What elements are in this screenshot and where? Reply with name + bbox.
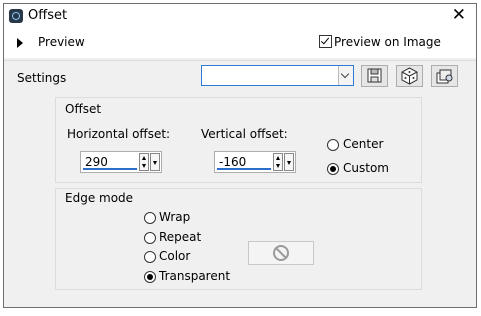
window-title: Offset bbox=[28, 8, 68, 23]
preview-on-image-label[interactable]: Preview on Image bbox=[334, 35, 441, 49]
manage-presets-button[interactable] bbox=[431, 65, 458, 87]
focus-underline bbox=[83, 168, 137, 170]
preview-row: Preview Preview on Image bbox=[4, 28, 476, 58]
divider bbox=[4, 60, 476, 61]
settings-label: Settings bbox=[17, 71, 67, 85]
no-symbol-icon bbox=[273, 245, 289, 261]
horizontal-offset-spinner[interactable]: 290 bbox=[80, 151, 162, 173]
save-preset-button[interactable] bbox=[361, 65, 388, 87]
vertical-offset-spinner[interactable]: -160 bbox=[214, 151, 296, 173]
spin-up-down-icon[interactable] bbox=[273, 153, 283, 171]
manage-presets-icon bbox=[436, 69, 453, 84]
randomize-dice-icon bbox=[401, 67, 418, 85]
edge-mode-group-title: Edge mode bbox=[65, 191, 134, 205]
color-label[interactable]: Color bbox=[159, 249, 190, 263]
vertical-offset-value[interactable]: -160 bbox=[219, 155, 246, 169]
title-bar: Offset ✕ bbox=[4, 4, 476, 28]
transparent-radio[interactable] bbox=[144, 271, 156, 283]
center-radio[interactable] bbox=[327, 139, 339, 151]
focus-underline bbox=[217, 168, 271, 170]
offset-dialog: Offset ✕ Preview Preview on Image Settin… bbox=[3, 3, 477, 308]
offset-group-title: Offset bbox=[65, 102, 102, 116]
repeat-label[interactable]: Repeat bbox=[159, 230, 201, 244]
app-icon bbox=[9, 9, 23, 23]
preview-on-image-checkbox[interactable] bbox=[319, 35, 332, 48]
chevron-down-icon[interactable] bbox=[338, 66, 353, 85]
horizontal-offset-value[interactable]: 290 bbox=[85, 155, 108, 169]
custom-radio[interactable] bbox=[327, 163, 339, 175]
preview-toggle-label[interactable]: Preview bbox=[38, 35, 85, 49]
custom-label[interactable]: Custom bbox=[343, 161, 389, 175]
edge-color-button[interactable] bbox=[248, 241, 314, 265]
chevron-down-icon[interactable] bbox=[150, 153, 160, 171]
wrap-label[interactable]: Wrap bbox=[159, 210, 190, 224]
save-preset-icon bbox=[367, 68, 382, 83]
color-radio[interactable] bbox=[144, 251, 156, 263]
preset-combobox[interactable] bbox=[201, 65, 354, 86]
repeat-radio[interactable] bbox=[144, 232, 156, 244]
expand-triangle-icon[interactable] bbox=[17, 38, 23, 48]
randomize-button[interactable] bbox=[396, 65, 423, 87]
wrap-radio[interactable] bbox=[144, 212, 156, 224]
center-label[interactable]: Center bbox=[343, 137, 383, 151]
spin-up-down-icon[interactable] bbox=[139, 153, 149, 171]
horizontal-offset-label: Horizontal offset: bbox=[67, 127, 171, 141]
edge-mode-group: Edge mode Wrap Repeat Color Transparent bbox=[55, 188, 422, 290]
close-icon[interactable]: ✕ bbox=[452, 5, 466, 25]
chevron-down-icon[interactable] bbox=[284, 153, 294, 171]
offset-group: Offset Horizontal offset: 290 Vertical o… bbox=[55, 97, 422, 183]
transparent-label[interactable]: Transparent bbox=[159, 269, 230, 283]
vertical-offset-label: Vertical offset: bbox=[201, 127, 288, 141]
